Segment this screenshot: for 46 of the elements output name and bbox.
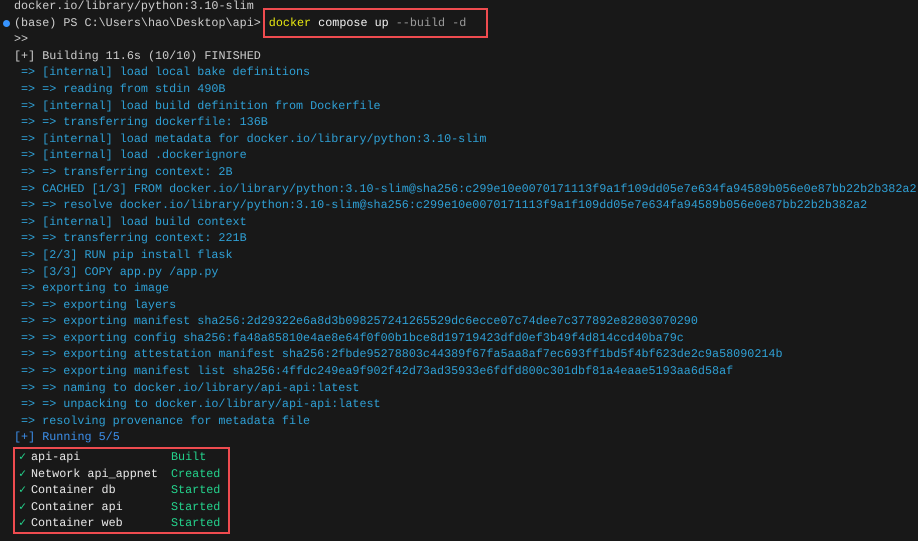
build-step-line: => => exporting attestation manifest sha256:2fbde95278803c44389f67fa5aa8af7ec693ff1bd5f4bf623de2c9a58090214b (20, 346, 783, 364)
build-step-line: => [internal] load .dockerignore (20, 147, 247, 164)
build-step-line: => => exporting manifest list sha256:4ffdc249ea9f902f42d73ad35933e6fdfd800c301dbf81a4eaae5193aa6d58af (20, 363, 734, 380)
check-mark: ✓ (19, 515, 28, 532)
service-status: Created (171, 466, 220, 482)
build-step-line: => => exporting manifest sha256:2d29322e6a8d3b098257241265529dc6ecce07c74dee7c377892e82803070290 (20, 313, 698, 330)
check-mark: ✓ (19, 449, 28, 466)
build-step-line: => => exporting layers (20, 296, 176, 314)
build-step-line: => => naming to docker.io/library/api-api:latest (20, 380, 360, 396)
service-status: Started (171, 515, 220, 532)
terminal-line: >> (14, 31, 28, 48)
build-step-line: => [2/3] RUN pip install flask (20, 246, 233, 264)
prompt-text: (base) PS C:\Users\hao\Desktop\api> (14, 16, 261, 30)
command-token: docker (268, 16, 312, 30)
build-step-line: => => transferring context: 2B (20, 164, 233, 181)
service-name: Container web (31, 515, 124, 532)
command-token: --build -d (396, 16, 466, 30)
service-name: Network api_appnet (31, 466, 159, 482)
build-step-line: => [internal] load local bake definitions (20, 64, 310, 81)
build-step-line: => exporting to image (20, 280, 170, 297)
command-token: compose up (318, 16, 389, 30)
check-mark: ✓ (19, 482, 28, 499)
check-mark: ✓ (19, 498, 28, 516)
build-step-line: => => unpacking to docker.io/library/api-api:latest (20, 396, 381, 413)
service-status: Started (171, 498, 220, 516)
build-step-line: => => exporting config sha256:fa48a85810e4ae8e64f0f00b1bce8d19719423dfd0ef3b49f4d814ccd40ba79c (20, 330, 684, 346)
terminal-line: [+] Building 11.6s (10/10) FINISHED (14, 48, 261, 64)
build-step-line: => [3/3] COPY app.py /app.py (20, 264, 218, 280)
build-step-line: => => transferring context: 221B (20, 230, 247, 247)
build-step-line: => => transferring dockerfile: 136B (20, 114, 268, 131)
service-name: api-api (31, 449, 82, 466)
status-dot-icon (3, 20, 10, 27)
build-step-line: => resolving provenance for metadata file (20, 412, 310, 430)
build-step-line: => => resolve docker.io/library/python:3.10-slim@sha256:c299e10e0070171113f9a1f109dd05e7e634fa94589b056e0e87bb22b2b382a2 (20, 197, 868, 214)
terminal-line: docker.io/library/python:3.10-slim (14, 0, 254, 15)
build-step-line: => => reading from stdin 490B (20, 80, 226, 98)
build-step-line: => [internal] load metadata for docker.io/library/python:3.10-slim (20, 130, 486, 148)
build-step-line: => [internal] load build context (20, 214, 247, 230)
service-status: Built (171, 449, 208, 466)
service-status: Started (171, 482, 220, 499)
check-mark: ✓ (19, 466, 28, 482)
terminal-line: [+] Running 5/5 (14, 429, 120, 446)
build-step-line: => [internal] load build definition from Dockerfile (20, 98, 381, 114)
build-step-line: => CACHED [1/3] FROM docker.io/library/python:3.10-slim@sha256:c299e10e0070171113f9a1f109dd05e7e634fa94589b056e0e87bb22b2b382a2 (20, 180, 916, 198)
service-name: Container db (31, 482, 117, 499)
service-name: Container api (31, 498, 124, 516)
